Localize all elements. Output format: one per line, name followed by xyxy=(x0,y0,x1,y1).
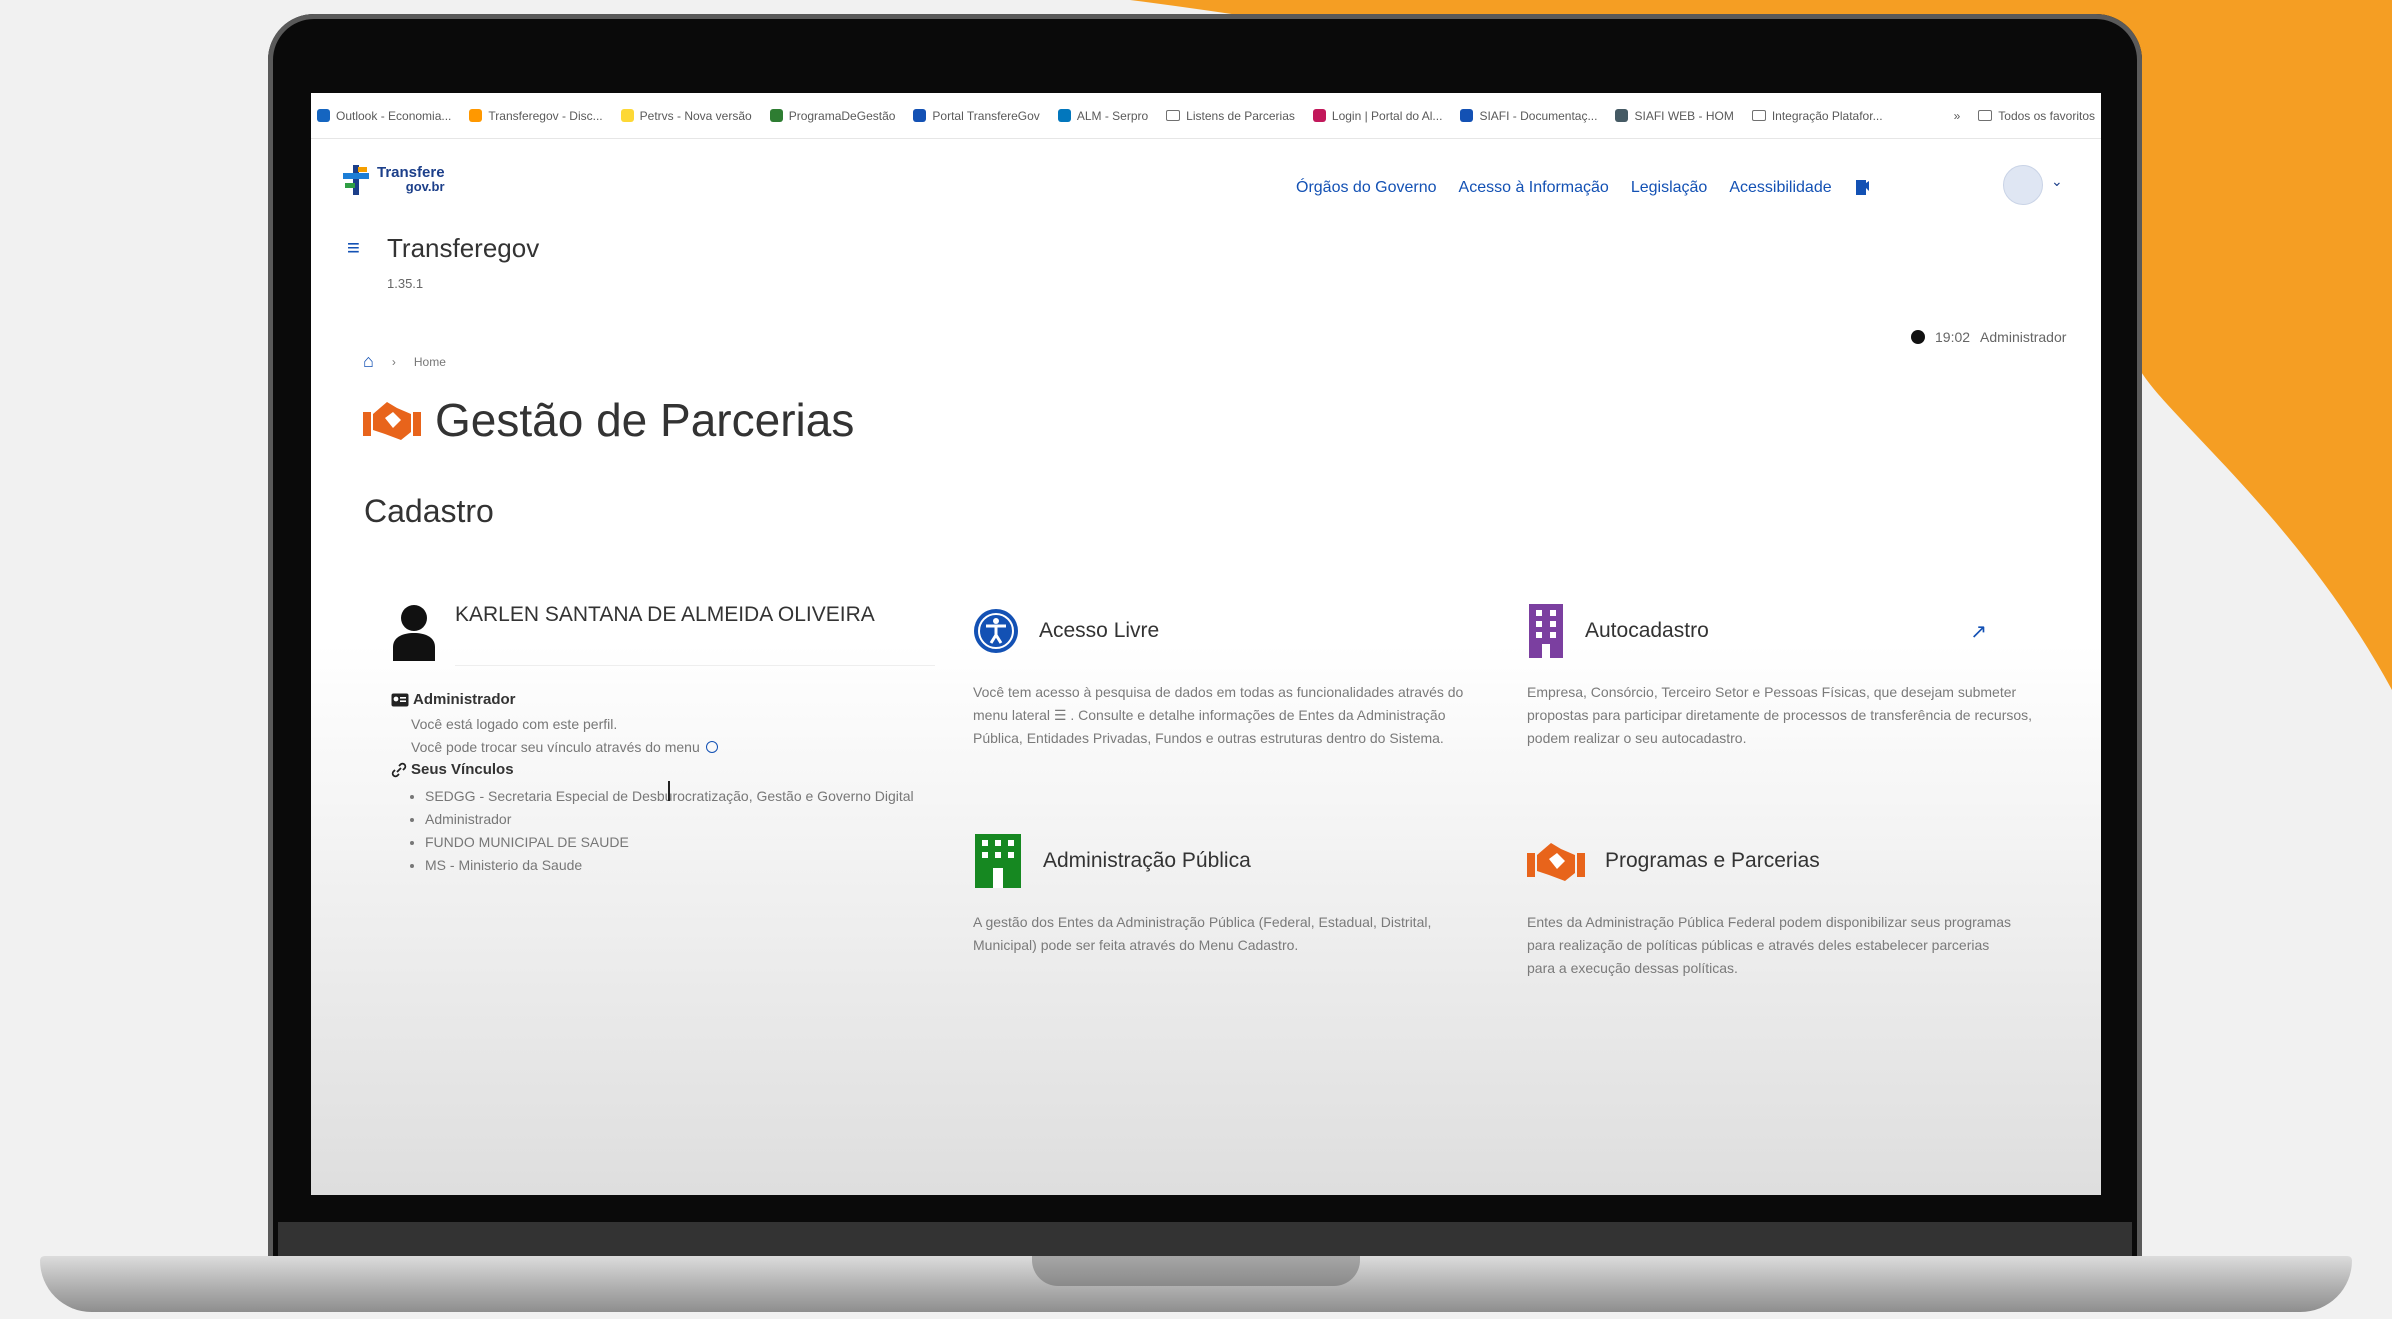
siafi-icon xyxy=(1460,109,1474,122)
logo-text: Transfere gov.br xyxy=(377,164,445,194)
portal-icon xyxy=(913,109,927,122)
home-icon[interactable]: ⌂ xyxy=(363,351,374,372)
bookmark-item[interactable]: Transferegov - Disc... xyxy=(469,109,603,123)
session-role[interactable]: Administrador xyxy=(1980,329,2066,345)
accessibility-icon xyxy=(974,609,1018,653)
section-title: Cadastro xyxy=(364,493,494,529)
profile-divider xyxy=(455,665,935,666)
transferegov-icon xyxy=(469,109,483,122)
card-programas-e-parcerias[interactable]: Programas e Parcerias Entes da Administr… xyxy=(1527,831,2017,980)
siafi-web-icon xyxy=(1615,109,1629,122)
card-description: Entes da Administração Pública Federal p… xyxy=(1527,914,2012,976)
bookmarks-bar: Outlook - Economia... Transferegov - Dis… xyxy=(311,93,2101,139)
external-link-icon[interactable]: ↗ xyxy=(1970,619,1987,644)
card-description: Você tem acesso à pesquisa de dados em t… xyxy=(973,684,1464,746)
link-icon xyxy=(391,762,407,777)
laptop-chin xyxy=(278,1222,2132,1256)
folder-icon xyxy=(1166,110,1181,121)
breadcrumb: ⌂ › Home xyxy=(363,351,446,372)
text-cursor xyxy=(668,781,670,801)
bookmark-item[interactable]: SIAFI - Documentaç... xyxy=(1460,109,1597,123)
vinculo-item[interactable]: FUNDO MUNICIPAL DE SAUDE xyxy=(425,831,925,854)
handshake-icon xyxy=(1527,843,1585,881)
folder-icon xyxy=(1978,110,1993,121)
vinculos-list: SEDGG - Secretaria Especial de Desburocr… xyxy=(405,785,925,877)
handshake-icon xyxy=(363,402,421,440)
id-card-icon xyxy=(391,693,409,706)
card-administracao-publica[interactable]: Administração Pública A gestão dos Entes… xyxy=(973,831,1473,957)
petrvs-icon xyxy=(620,109,634,122)
nav-orgaos-do-governo[interactable]: Órgãos do Governo xyxy=(1296,179,1437,197)
card-description: Empresa, Consórcio, Terceiro Setor e Pes… xyxy=(1527,684,2033,746)
bookmarks-overflow-button[interactable]: » xyxy=(1954,109,1961,123)
card-title: Acesso Livre xyxy=(1039,619,1160,642)
bookmark-item[interactable]: ProgramaDeGestão xyxy=(769,109,895,123)
user-icon xyxy=(393,605,435,661)
session-time: 19:02 xyxy=(1935,329,1971,345)
outlook-icon xyxy=(317,109,330,122)
nav-acessibilidade[interactable]: Acessibilidade xyxy=(1729,179,1831,197)
card-acesso-livre[interactable]: Acesso Livre Você tem acesso à pesquisa … xyxy=(973,601,1473,750)
chevron-down-icon[interactable]: ⌄ xyxy=(2051,173,2063,190)
breadcrumb-separator-icon: › xyxy=(391,354,396,369)
card-autocadastro[interactable]: Autocadastro ↗ Empresa, Consórcio, Terce… xyxy=(1527,601,2047,750)
hamburger-menu-icon[interactable]: ≡ xyxy=(347,235,360,261)
bookmark-item[interactable]: SIAFI WEB - HOM xyxy=(1615,109,1734,123)
page-title: Gestão de Parcerias xyxy=(363,393,854,447)
all-bookmarks-folder[interactable]: Todos os favoritos xyxy=(1978,109,2095,123)
bookmark-item[interactable]: Login | Portal do Al... xyxy=(1312,109,1442,123)
laptop-notch xyxy=(1032,1256,1360,1286)
card-title: Autocadastro xyxy=(1585,619,1709,642)
bookmark-item[interactable]: Outlook - Economia... xyxy=(317,109,451,123)
nav-legislacao[interactable]: Legislação xyxy=(1631,179,1708,197)
contrast-icon[interactable] xyxy=(1854,179,1870,197)
app-version: 1.35.1 xyxy=(387,276,424,291)
government-building-icon xyxy=(975,834,1021,888)
session-info: 19:02 Administrador xyxy=(1911,329,2066,345)
flag-icon xyxy=(769,109,783,122)
app-title: Transferegov xyxy=(387,233,540,263)
vinculo-item[interactable]: Administrador xyxy=(425,808,925,831)
nav-acesso-a-informacao[interactable]: Acesso à Informação xyxy=(1459,179,1609,197)
vinculo-item[interactable]: SEDGG - Secretaria Especial de Desburocr… xyxy=(425,785,925,808)
vinculo-item[interactable]: MS - Ministerio da Saude xyxy=(425,854,925,877)
profile-logged-text: Você está logado com este perfil. xyxy=(411,716,618,732)
info-icon[interactable] xyxy=(705,741,718,753)
profile-switch-hint: Você pode trocar seu vínculo através do … xyxy=(411,739,718,755)
vinculos-heading: Seus Vínculos xyxy=(391,761,514,778)
logo-mark-icon xyxy=(343,165,369,195)
browser-screen: Outlook - Economia... Transferegov - Dis… xyxy=(311,93,2101,1195)
clock-icon xyxy=(1911,330,1925,344)
portal-login-icon xyxy=(1312,109,1326,122)
alm-icon xyxy=(1057,109,1071,122)
user-avatar[interactable] xyxy=(2003,165,2043,205)
card-title: Programas e Parcerias xyxy=(1605,849,1820,872)
bookmark-item[interactable]: ALM - Serpro xyxy=(1057,109,1148,123)
card-title: Administração Pública xyxy=(1043,849,1251,872)
card-description: A gestão dos Entes da Administração Públ… xyxy=(973,914,1432,953)
bookmark-item[interactable]: Portal TransfereGov xyxy=(913,109,1040,123)
transferegov-logo[interactable]: Transfere gov.br xyxy=(341,163,445,197)
bookmark-item[interactable]: Petrvs - Nova versão xyxy=(620,109,752,123)
bookmark-folder[interactable]: Integração Platafor... xyxy=(1751,109,1883,123)
folder-icon xyxy=(1751,110,1766,121)
building-icon xyxy=(1529,604,1563,658)
header-nav: Órgãos do Governo Acesso à Informação Le… xyxy=(1296,179,1870,197)
bookmark-folder[interactable]: Listens de Parcerias xyxy=(1166,109,1295,123)
profile-name: KARLEN SANTANA DE ALMEIDA OLIVEIRA xyxy=(455,603,875,626)
profile-role: Administrador xyxy=(391,691,516,708)
breadcrumb-current: Home xyxy=(413,354,446,369)
